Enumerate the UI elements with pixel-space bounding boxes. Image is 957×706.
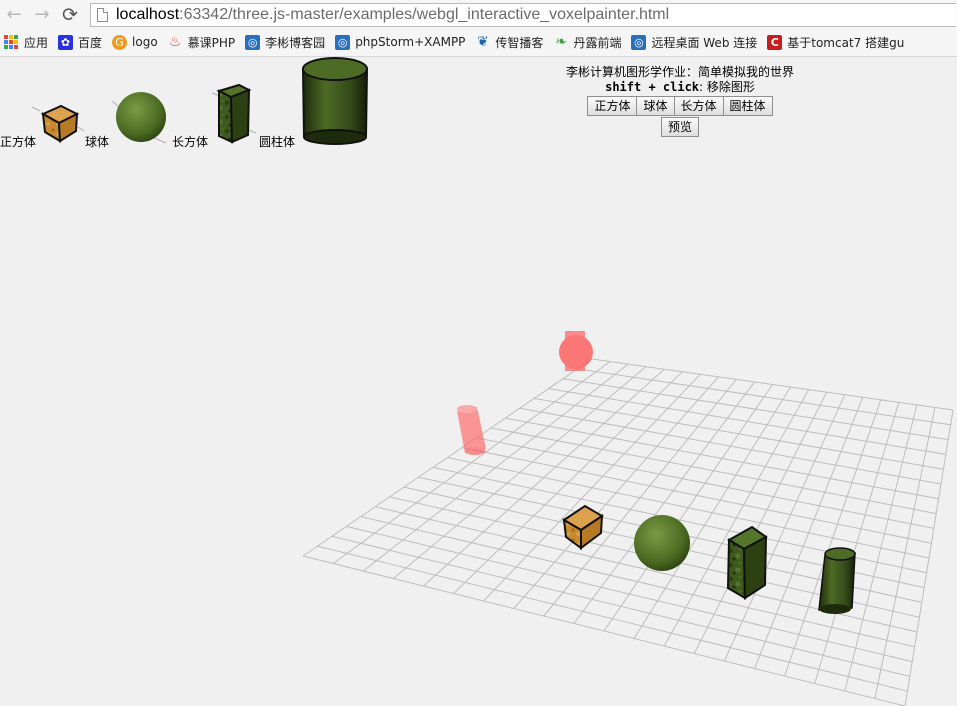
info-panel: 李彬计算机图形学作业：简单模拟我的世界 shift + click: 移除图形 …	[540, 65, 820, 137]
bookmark-apps[interactable]: 应用	[4, 34, 48, 51]
palette-cuboid[interactable]	[211, 83, 257, 144]
cnblogs-icon: ◎	[631, 34, 647, 50]
bookmark-baidu[interactable]: ✿ 百度	[58, 34, 102, 51]
placed-sphere[interactable]	[634, 515, 690, 571]
bookmark-tomcat[interactable]: C 基于tomcat7 搭建gu	[767, 34, 904, 51]
page-content: 正方体 球体 长方体 圆柱体 李彬计算机图形学作业：简单模拟我的世界 shift…	[0, 57, 957, 706]
bookmark-itcast[interactable]: ❦ 传智播客	[475, 34, 543, 51]
shape-button-row: 正方体 球体 长方体 圆柱体	[540, 96, 820, 116]
page-icon	[97, 8, 108, 22]
csdn-c-icon: C	[767, 34, 783, 50]
placed-cuboid[interactable]	[726, 525, 768, 600]
palette-cube[interactable]	[31, 104, 85, 143]
webgl-scene[interactable]	[0, 57, 957, 706]
apps-grid-icon	[4, 35, 18, 49]
info-hint: shift + click: 移除图形	[605, 80, 755, 94]
info-title: 李彬计算机图形学作业：简单模拟我的世界	[565, 65, 794, 79]
palette-cylinder[interactable]	[301, 57, 369, 145]
ghost-sphere	[559, 331, 593, 371]
baidu-paw-icon: ✿	[58, 34, 74, 50]
forward-icon[interactable]: →	[32, 5, 52, 25]
cuboid-button[interactable]: 长方体	[674, 96, 724, 116]
cnblogs-icon: ◎	[245, 34, 261, 50]
grid-line	[317, 545, 908, 692]
cnblogs-icon: ◎	[335, 34, 351, 50]
bookmark-logo[interactable]: G logo	[112, 34, 158, 50]
palette-sphere[interactable]	[111, 92, 167, 144]
palette-label-cylinder: 圆柱体	[259, 135, 296, 149]
address-bar[interactable]: localhost:63342/three.js-master/examples…	[90, 3, 956, 27]
sphere-button[interactable]: 球体	[637, 96, 675, 116]
bookmark-danlu[interactable]: ❧ 丹露前端	[553, 34, 621, 51]
cube-button[interactable]: 正方体	[587, 96, 638, 116]
back-icon[interactable]: ←	[4, 5, 24, 25]
preview-button[interactable]: 预览	[660, 117, 699, 137]
bookmark-phpstorm[interactable]: ◎ phpStorm+XAMPP	[335, 34, 465, 50]
flame-icon: ♨	[168, 34, 182, 50]
palette-label-cuboid: 长方体	[172, 135, 209, 149]
bookmark-cnblogs[interactable]: ◎ 李彬博客园	[245, 34, 325, 51]
itcast-icon: ❦	[477, 34, 489, 50]
grid-line	[904, 409, 954, 706]
placed-cylinder[interactable]	[818, 547, 856, 614]
url-host: localhost	[116, 6, 180, 23]
bookmark-remote-desktop[interactable]: ◎ 远程桌面 Web 连接	[631, 34, 757, 51]
leaf-icon: ❧	[555, 34, 567, 50]
logo-g-icon: G	[112, 34, 128, 50]
ground-grid[interactable]	[302, 358, 954, 706]
palette-label-sphere: 球体	[85, 135, 110, 149]
bookmark-mooc-php[interactable]: ♨ 慕课PHP	[168, 34, 235, 51]
placed-cube[interactable]	[562, 504, 604, 550]
bookmarks-bar: 应用 ✿ 百度 G logo ♨ 慕课PHP ◎ 李彬博客园 ◎ phpStor…	[0, 29, 957, 55]
palette-label-cube: 正方体	[0, 135, 37, 149]
shift-click-key: shift + click	[605, 80, 700, 94]
cylinder-button[interactable]: 圆柱体	[723, 96, 773, 116]
url-path: :63342/three.js-master/examples/webgl_in…	[179, 6, 670, 23]
reload-icon[interactable]: ⟳	[60, 5, 80, 25]
browser-chrome: ← → ⟳ localhost:63342/three.js-master/ex…	[0, 0, 957, 57]
